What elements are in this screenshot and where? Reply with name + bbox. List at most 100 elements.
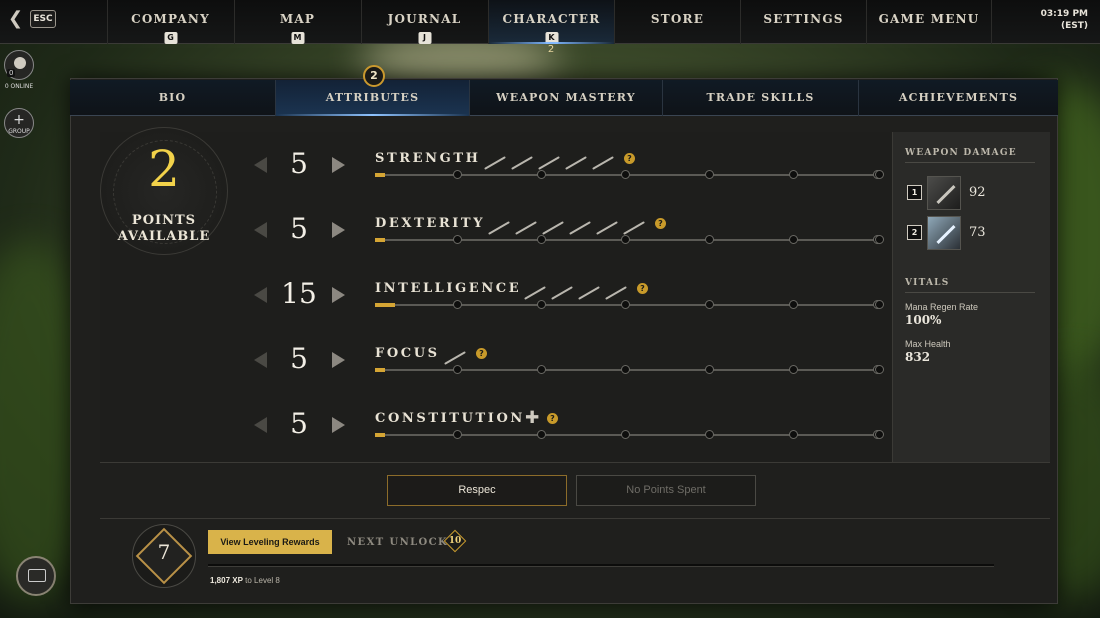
attribute-progress-track [375, 430, 884, 439]
attribute-progress-fill [375, 173, 386, 177]
subtab-label: ACHIEVEMENTS [898, 91, 1019, 104]
milestone-dot [875, 235, 884, 244]
back-arrow-icon[interactable]: ❮ [8, 8, 23, 29]
attribute-progress-fill [375, 303, 396, 307]
milestone-dot [621, 430, 630, 439]
milestone-dot [621, 365, 630, 374]
weapon-icon [569, 221, 591, 235]
weapon-icon [551, 286, 573, 300]
milestone-dot [705, 300, 714, 309]
decrease-arrow-icon[interactable] [254, 352, 267, 368]
tab-game-menu[interactable]: GAME MENU [866, 0, 992, 44]
help-icon[interactable]: ? [655, 218, 666, 229]
decrease-arrow-icon[interactable] [254, 157, 267, 173]
weapon-icons [483, 149, 618, 170]
attribute-progress-track [375, 170, 884, 179]
weapon-damage-value: 73 [969, 225, 986, 240]
help-icon[interactable]: ? [624, 153, 635, 164]
attribute-progress-fill [375, 368, 386, 372]
tab-store[interactable]: STORE [614, 0, 740, 44]
milestone-dot [621, 300, 630, 309]
tab-settings[interactable]: SETTINGS [740, 0, 866, 44]
hotkey-badge: J [418, 32, 431, 44]
tab-label: SETTINGS [763, 12, 844, 26]
top-navigation: ❮ ESC COMPANY G MAP M JOURNAL J CHARACTE… [0, 0, 1100, 44]
respec-button[interactable]: Respec [387, 475, 567, 506]
milestone-dot [875, 170, 884, 179]
attribute-row: 15 INTELLIGENCE? [250, 277, 890, 327]
tab-character[interactable]: CHARACTER K [488, 0, 614, 44]
vital-label: Max Health [905, 339, 951, 349]
vital-value: 832 [905, 350, 931, 364]
milestone-dot [705, 235, 714, 244]
tab-label: COMPANY [131, 12, 210, 26]
attribute-value: 5 [290, 212, 308, 245]
milestone-dot [453, 300, 462, 309]
attribute-name: FOCUS [375, 346, 440, 361]
help-icon[interactable]: ? [476, 348, 487, 359]
subtab-achievements[interactable]: ACHIEVEMENTS [859, 80, 1058, 116]
weapon-icon [542, 221, 564, 235]
hotkey-badge: G [164, 32, 177, 44]
decrease-arrow-icon[interactable] [254, 417, 267, 433]
subtab-label: ATTRIBUTES [325, 91, 420, 104]
character-tab-badge: 2 [547, 44, 555, 55]
milestone-dot [705, 430, 714, 439]
increase-arrow-icon[interactable] [332, 222, 345, 238]
sword-icon[interactable] [927, 176, 961, 210]
milestone-dot [537, 430, 546, 439]
attribute-row: 5 STRENGTH? [250, 147, 890, 197]
view-leveling-rewards-button[interactable]: View Leveling Rewards [208, 530, 332, 554]
no-points-spent-button[interactable]: No Points Spent [576, 475, 756, 506]
help-icon[interactable]: ? [637, 283, 648, 294]
xp-suffix: to Level 8 [245, 576, 280, 585]
next-unlock-level: 10 [448, 536, 462, 546]
weapon-icon [444, 351, 466, 365]
attribute-name: CONSTITUTION [375, 411, 525, 426]
tab-journal[interactable]: JOURNAL J [361, 0, 487, 44]
social-icon [14, 57, 26, 69]
gauntlet-icon[interactable] [927, 216, 961, 250]
group-button[interactable]: + GROUP [4, 108, 34, 138]
increase-arrow-icon[interactable] [332, 352, 345, 368]
weapon-icons [523, 279, 631, 300]
character-subtabs: BIO ATTRIBUTES WEAPON MASTERY TRADE SKIL… [70, 80, 1058, 116]
clock-timezone: (EST) [1061, 21, 1088, 31]
subtab-trade-skills[interactable]: TRADE SKILLS [663, 80, 859, 116]
tab-label: JOURNAL [387, 12, 462, 26]
tab-company[interactable]: COMPANY G [107, 0, 233, 44]
points-available-label: POINTS AVAILABLE [100, 213, 228, 245]
social-button[interactable]: 0 [4, 50, 34, 80]
increase-arrow-icon[interactable] [332, 287, 345, 303]
milestone-dot [537, 365, 546, 374]
attribute-progress-fill [375, 433, 386, 437]
character-level: 7 [157, 540, 171, 564]
milestone-dot [789, 170, 798, 179]
weapon-icon [515, 221, 537, 235]
esc-key-button[interactable]: ESC [30, 10, 56, 28]
decrease-arrow-icon[interactable] [254, 222, 267, 238]
attribute-value: 15 [281, 277, 317, 310]
milestone-dot [875, 365, 884, 374]
milestone-dot [621, 235, 630, 244]
weapon-icon [524, 286, 546, 300]
xp-status: 1,807 XP to Level 8 [210, 576, 280, 585]
decrease-arrow-icon[interactable] [254, 287, 267, 303]
milestone-dot [705, 365, 714, 374]
subtab-weapon-mastery[interactable]: WEAPON MASTERY [470, 80, 663, 116]
group-label: GROUP [8, 128, 30, 135]
increase-arrow-icon[interactable] [332, 417, 345, 433]
help-icon[interactable]: ? [547, 413, 558, 424]
tab-label: CHARACTER [502, 12, 601, 26]
subtab-bio[interactable]: BIO [70, 80, 276, 116]
divider [100, 462, 1050, 463]
tab-label: GAME MENU [878, 12, 980, 26]
next-unlock-label: NEXT UNLOCK [347, 537, 449, 548]
chat-button[interactable] [16, 556, 56, 596]
weapon-icon [596, 221, 618, 235]
attribute-progress-track [375, 365, 884, 374]
milestone-dot [789, 365, 798, 374]
increase-arrow-icon[interactable] [332, 157, 345, 173]
tab-map[interactable]: MAP M [234, 0, 360, 44]
milestone-dot [875, 300, 884, 309]
